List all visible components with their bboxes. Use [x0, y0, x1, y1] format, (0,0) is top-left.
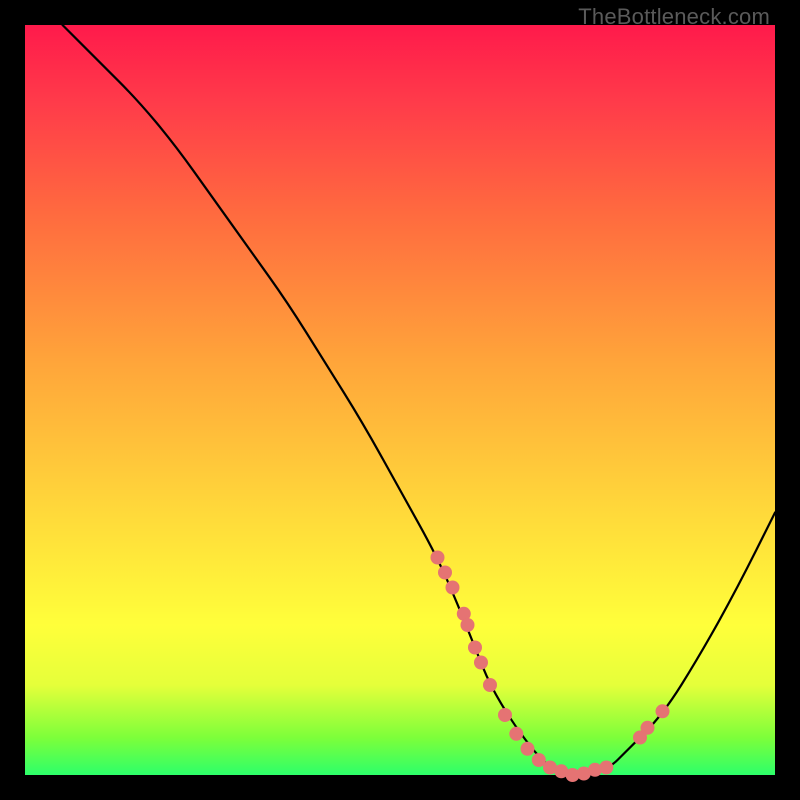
highlight-dot [656, 704, 670, 718]
watermark-text: TheBottleneck.com [578, 4, 770, 30]
highlight-dot [509, 727, 523, 741]
bottleneck-curve [63, 25, 776, 775]
highlight-dot [431, 551, 445, 565]
highlight-dot [438, 566, 452, 580]
highlight-dot [446, 581, 460, 595]
highlight-dot [474, 656, 488, 670]
highlight-dot [599, 761, 613, 775]
highlight-dot [483, 678, 497, 692]
highlight-dot [468, 641, 482, 655]
chart-frame [25, 25, 775, 775]
chart-svg [25, 25, 775, 775]
highlight-dot [498, 708, 512, 722]
highlight-dot [641, 721, 655, 735]
highlight-dot [521, 742, 535, 756]
highlight-dot [461, 618, 475, 632]
highlight-dots-group [431, 551, 670, 783]
